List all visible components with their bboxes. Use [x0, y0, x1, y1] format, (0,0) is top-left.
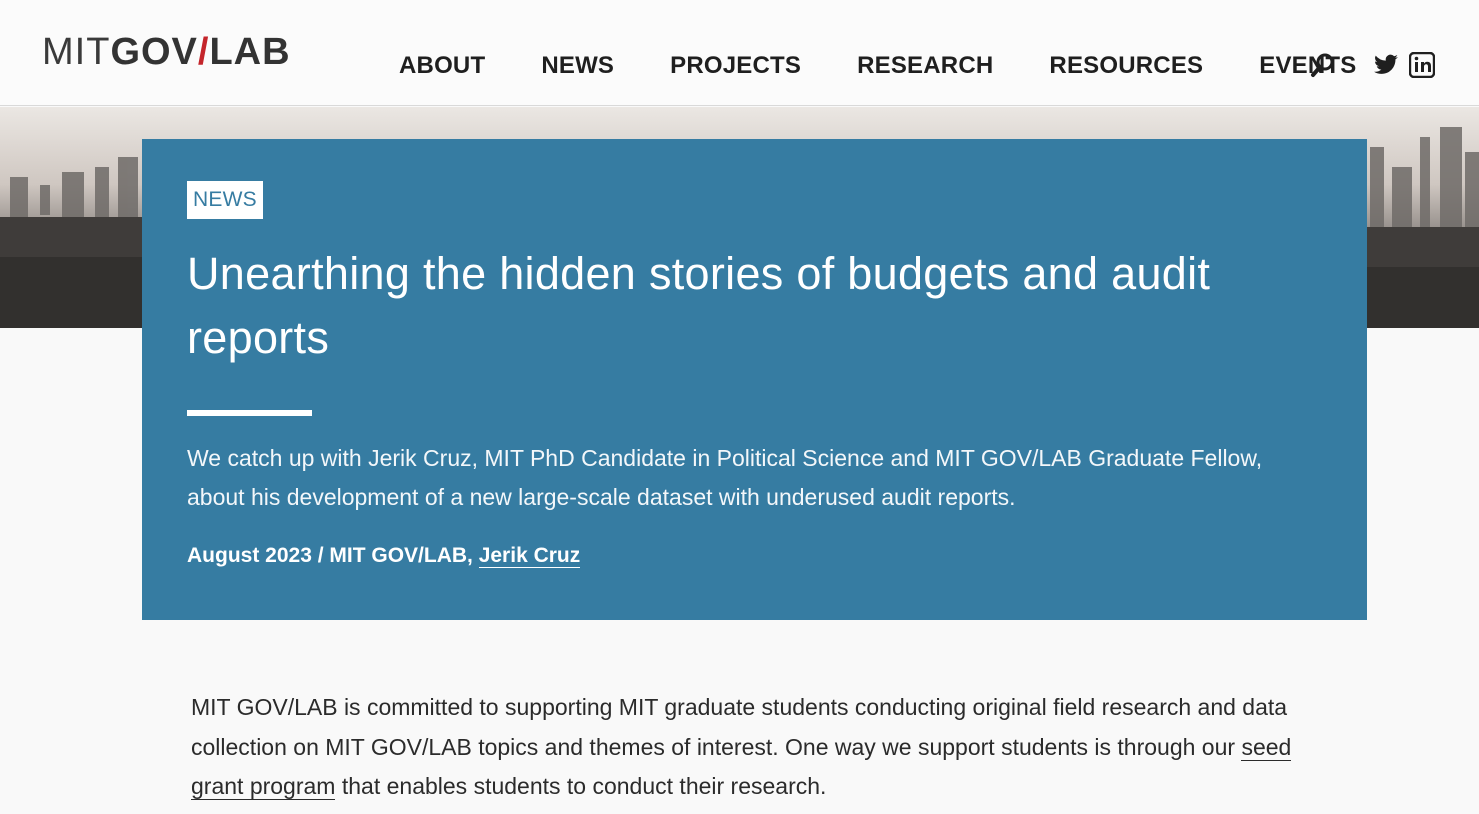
article-summary: We catch up with Jerik Cruz, MIT PhD Can…: [187, 445, 1263, 510]
nav-projects[interactable]: PROJECTS: [670, 52, 801, 80]
nav-research[interactable]: RESEARCH: [857, 52, 993, 80]
article-title: Unearthing the hidden stories of budgets…: [187, 248, 1211, 363]
article-hero-card: NEWS Unearthing the hidden stories of bu…: [142, 139, 1367, 620]
logo-gov: GOV: [110, 31, 198, 73]
logo-slash: /: [197, 31, 210, 73]
nav-about[interactable]: ABOUT: [399, 52, 485, 80]
category-tag[interactable]: NEWS: [187, 181, 263, 219]
site-header: MITGOV/LAB ABOUT NEWS PROJECTS RESEARCH …: [0, 0, 1479, 106]
header-icons: [1310, 51, 1436, 79]
nav-news[interactable]: NEWS: [541, 52, 614, 80]
title-divider: [187, 410, 312, 416]
twitter-icon[interactable]: [1372, 52, 1398, 78]
intro-text-after-link: that enables students to conduct their r…: [335, 773, 827, 799]
author-link[interactable]: Jerik Cruz: [478, 544, 581, 568]
search-icon[interactable]: [1310, 52, 1336, 78]
linkedin-icon[interactable]: [1408, 51, 1436, 79]
site-logo[interactable]: MITGOV/LAB: [42, 31, 291, 73]
byline-date-source: August 2023 / MIT GOV/LAB,: [187, 544, 479, 567]
article-intro-paragraph: MIT GOV/LAB is committed to supporting M…: [191, 688, 1321, 807]
article-byline: August 2023 / MIT GOV/LAB, Jerik Cruz: [187, 544, 581, 568]
intro-text-before-link: MIT GOV/LAB is committed to supporting M…: [191, 694, 1288, 760]
logo-mit: MIT: [42, 31, 111, 73]
main-nav: ABOUT NEWS PROJECTS RESEARCH RESOURCES E…: [399, 52, 1412, 80]
nav-resources[interactable]: RESOURCES: [1049, 52, 1203, 80]
logo-lab: LAB: [209, 31, 291, 73]
